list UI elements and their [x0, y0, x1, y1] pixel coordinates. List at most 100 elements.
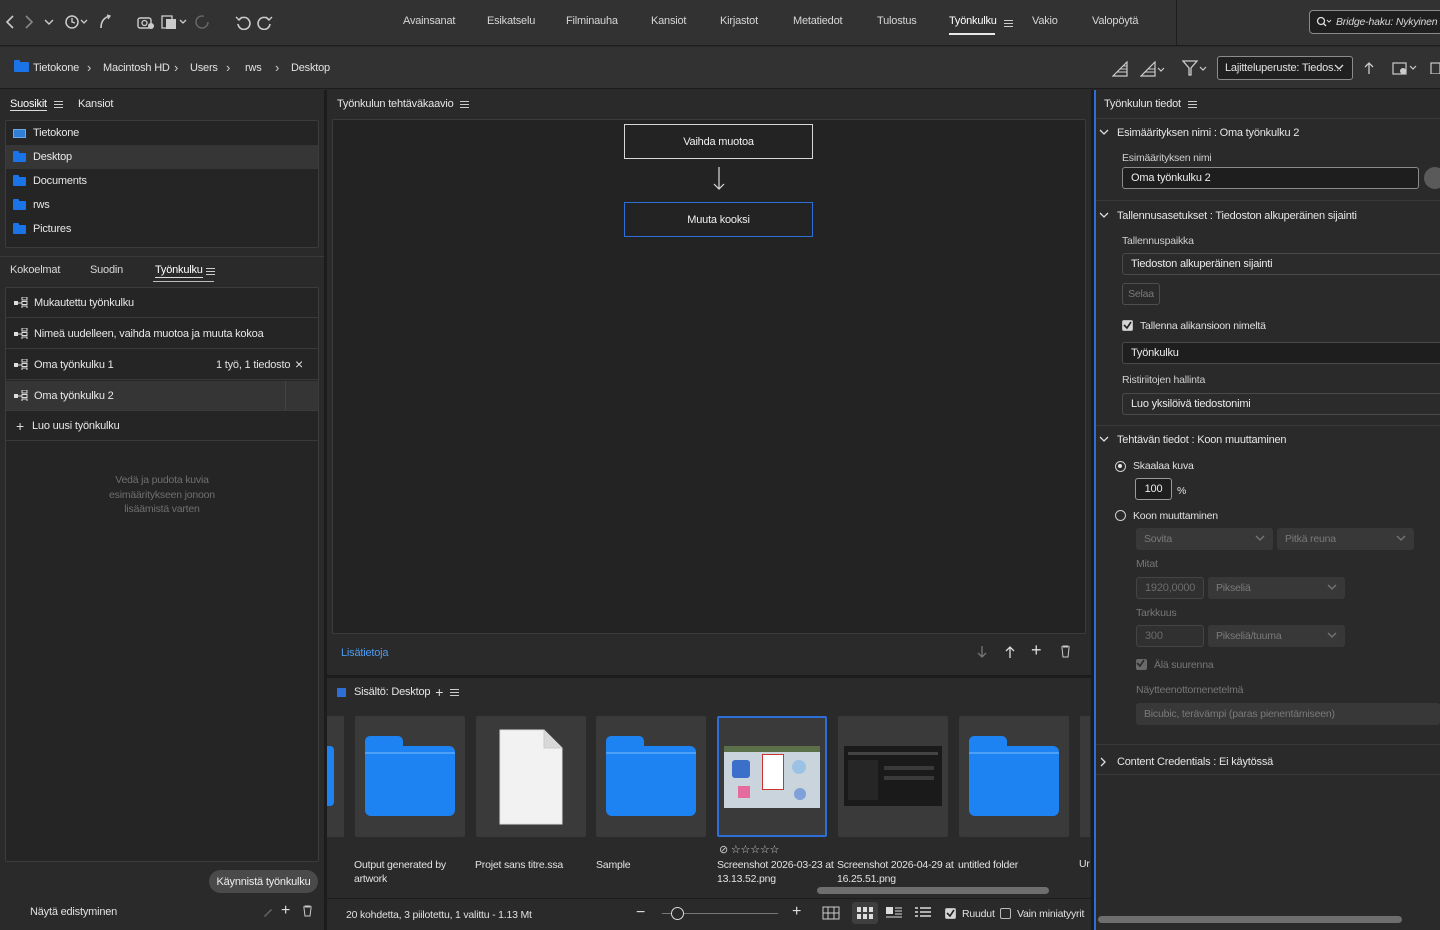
breadcrumb-desktop[interactable]: Desktop: [291, 62, 330, 74]
zoom-slider-thumb[interactable]: [671, 907, 684, 920]
thumbnail-folder[interactable]: [959, 716, 1069, 837]
new-folder-icon[interactable]: [1430, 60, 1440, 74]
forward-icon[interactable]: [24, 12, 34, 32]
workflow-item-rename[interactable]: Nimeä uudelleen, vaihda muotoa ja muuta …: [6, 319, 318, 349]
new-workflow-item[interactable]: + Luo uusi työnkulku: [6, 411, 318, 441]
rating-stars[interactable]: ⊘ ☆☆☆☆☆: [719, 843, 779, 856]
history-icon[interactable]: [64, 12, 90, 32]
favorite-documents[interactable]: Documents: [6, 169, 318, 193]
workspace-menu-icon[interactable]: [1004, 18, 1013, 30]
view-thumbnails-button[interactable]: [852, 902, 878, 924]
breadcrumb-macintosh-hd[interactable]: Macintosh HD: [103, 62, 170, 74]
zoom-in-icon[interactable]: +: [792, 903, 801, 921]
workflow-item-custom[interactable]: Mukautettu työnkulku: [6, 288, 318, 318]
horizontal-scrollbar[interactable]: [817, 887, 1049, 894]
sort-dropdown[interactable]: Lajitteluperuste: Tiedos...: [1217, 56, 1353, 80]
breadcrumb-users[interactable]: Users: [190, 62, 218, 74]
scale-image-radio[interactable]: [1115, 461, 1126, 472]
show-progress-label[interactable]: Näytä edistyminen: [30, 906, 117, 918]
thumbnail-file[interactable]: [476, 716, 586, 837]
tab-libraries[interactable]: Kirjastot: [720, 15, 758, 27]
add-task-icon[interactable]: +: [1031, 640, 1042, 661]
move-up-icon[interactable]: [1005, 645, 1015, 659]
panel-menu-icon[interactable]: [53, 100, 63, 108]
start-workflow-button[interactable]: Käynnistä työnkulku: [209, 870, 318, 893]
workflow-icon: [14, 328, 28, 339]
add-icon[interactable]: +: [281, 902, 290, 920]
tab-filmstrip[interactable]: Filminauha: [566, 15, 618, 27]
trash-icon[interactable]: [302, 905, 313, 917]
save-location-dropdown[interactable]: Tiedoston alkuperäinen sijainti: [1122, 253, 1440, 275]
rotate-right-icon[interactable]: [257, 12, 273, 32]
diagram-node-convert[interactable]: Vaihda muotoa: [624, 124, 813, 159]
quality-icon[interactable]: [1112, 61, 1128, 77]
subfolder-input[interactable]: Työnkulku: [1122, 342, 1440, 364]
section-content-credentials[interactable]: Content Credentials : Ei käytössä: [1099, 756, 1273, 768]
folders-tab[interactable]: Kansiot: [78, 91, 113, 117]
preset-action-button[interactable]: [1424, 167, 1440, 189]
workflow-panel-menu-icon[interactable]: [199, 266, 215, 278]
panel-menu-icon[interactable]: [460, 100, 470, 108]
close-icon[interactable]: ×: [295, 356, 303, 372]
tab-workflow[interactable]: Työnkulku: [949, 15, 997, 27]
tab-essentials[interactable]: Vakio: [1032, 15, 1058, 27]
tab-filter[interactable]: Suodin: [90, 264, 123, 276]
favorite-desktop[interactable]: Desktop: [6, 145, 318, 169]
filter-icon[interactable]: [1182, 59, 1210, 77]
zoom-out-icon[interactable]: −: [636, 904, 645, 922]
tab-output[interactable]: Tulostus: [877, 15, 917, 27]
tab-metadata[interactable]: Metatiedot: [793, 15, 843, 27]
preset-name-input[interactable]: Oma työnkulku 2: [1122, 167, 1419, 189]
sort-ascending-icon[interactable]: [1364, 61, 1374, 75]
breadcrumb-computer[interactable]: Tietokone: [33, 62, 79, 74]
workflow-item-1[interactable]: Oma työnkulku 1 1 työ, 1 tiedosto ×: [6, 350, 318, 380]
panel-menu-icon[interactable]: [1187, 100, 1197, 108]
thumbnail-folder[interactable]: [355, 716, 465, 837]
rating-filter-icon[interactable]: [1140, 61, 1166, 77]
tab-workflow-panel[interactable]: Työnkulku: [155, 264, 203, 278]
section-task-details[interactable]: Tehtävän tiedot : Koon muuttaminen: [1099, 434, 1287, 446]
favorites-tab[interactable]: Suosikit: [10, 91, 63, 117]
diagram-node-resize[interactable]: Muuta kooksi: [624, 202, 813, 237]
grid-checkbox[interactable]: [945, 908, 956, 919]
favorite-pictures[interactable]: Pictures: [6, 217, 318, 241]
details-view-icon[interactable]: [886, 907, 902, 919]
favorite-computer[interactable]: Tietokone: [6, 121, 318, 145]
tab-keywords[interactable]: Avainsanat: [403, 15, 455, 27]
thumbnail-image[interactable]: [838, 716, 948, 837]
thumbnail-partial[interactable]: [1080, 716, 1090, 837]
recent-dropdown-icon[interactable]: [44, 12, 54, 32]
tab-collections[interactable]: Kokoelmat: [10, 264, 60, 276]
camera-download-icon[interactable]: [137, 12, 155, 32]
thumbnails-only-checkbox[interactable]: [1000, 908, 1011, 919]
more-info-link[interactable]: Lisätietoja: [341, 647, 389, 659]
breadcrumb-rws[interactable]: rws: [245, 62, 262, 74]
scale-percent-input[interactable]: 100: [1135, 478, 1172, 500]
tab-preview[interactable]: Esikatselu: [487, 15, 535, 27]
search-input[interactable]: Bridge-haku: Nykyinen: [1309, 10, 1440, 34]
back-icon[interactable]: [5, 12, 15, 32]
section-save-settings[interactable]: Tallennusasetukset : Tiedoston alkuperäi…: [1099, 210, 1357, 222]
grid-lock-icon[interactable]: [822, 906, 840, 920]
panel-menu-icon[interactable]: [450, 688, 460, 696]
tab-folders[interactable]: Kansiot: [651, 15, 686, 27]
list-view-icon[interactable]: [915, 907, 931, 919]
conflict-dropdown[interactable]: Luo yksilöivä tiedostonimi: [1122, 393, 1440, 415]
folder-icon: [13, 150, 26, 162]
thumbnail-partial[interactable]: [327, 716, 344, 837]
copy-dropdown-icon[interactable]: [161, 12, 189, 32]
rotate-left-icon[interactable]: [235, 12, 251, 32]
boomerang-icon[interactable]: [98, 12, 112, 32]
workflow-item-2[interactable]: Oma työnkulku 2: [6, 381, 318, 411]
add-icon[interactable]: +: [435, 684, 443, 700]
thumbnail-image-selected[interactable]: [717, 716, 827, 837]
thumbnail-folder[interactable]: [596, 716, 706, 837]
subfolder-checkbox[interactable]: [1122, 320, 1133, 331]
delete-task-icon[interactable]: [1060, 645, 1071, 658]
details-horizontal-scrollbar[interactable]: [1098, 916, 1402, 923]
open-recent-icon[interactable]: [1392, 60, 1420, 76]
section-preset-name[interactable]: Esimäärityksen nimi : Oma työnkulku 2: [1099, 127, 1299, 139]
tab-light-table[interactable]: Valopöytä: [1092, 15, 1139, 27]
resize-radio[interactable]: [1115, 510, 1126, 521]
favorite-rws[interactable]: rws: [6, 193, 318, 217]
